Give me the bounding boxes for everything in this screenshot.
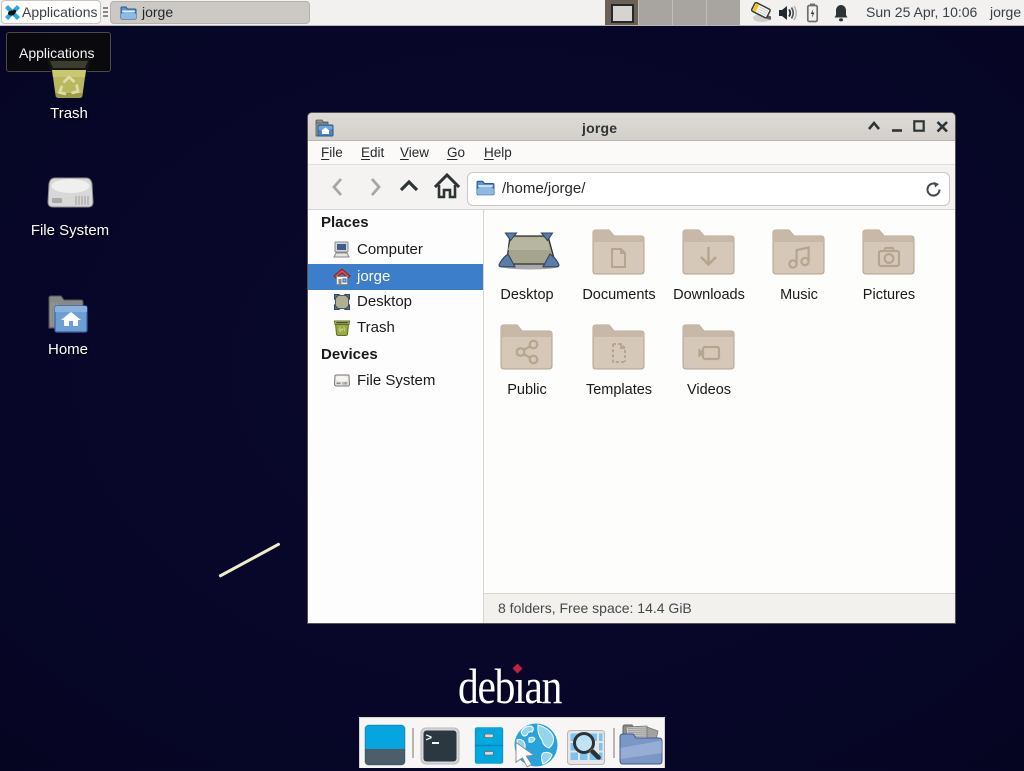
svg-text:>: > <box>426 733 433 745</box>
